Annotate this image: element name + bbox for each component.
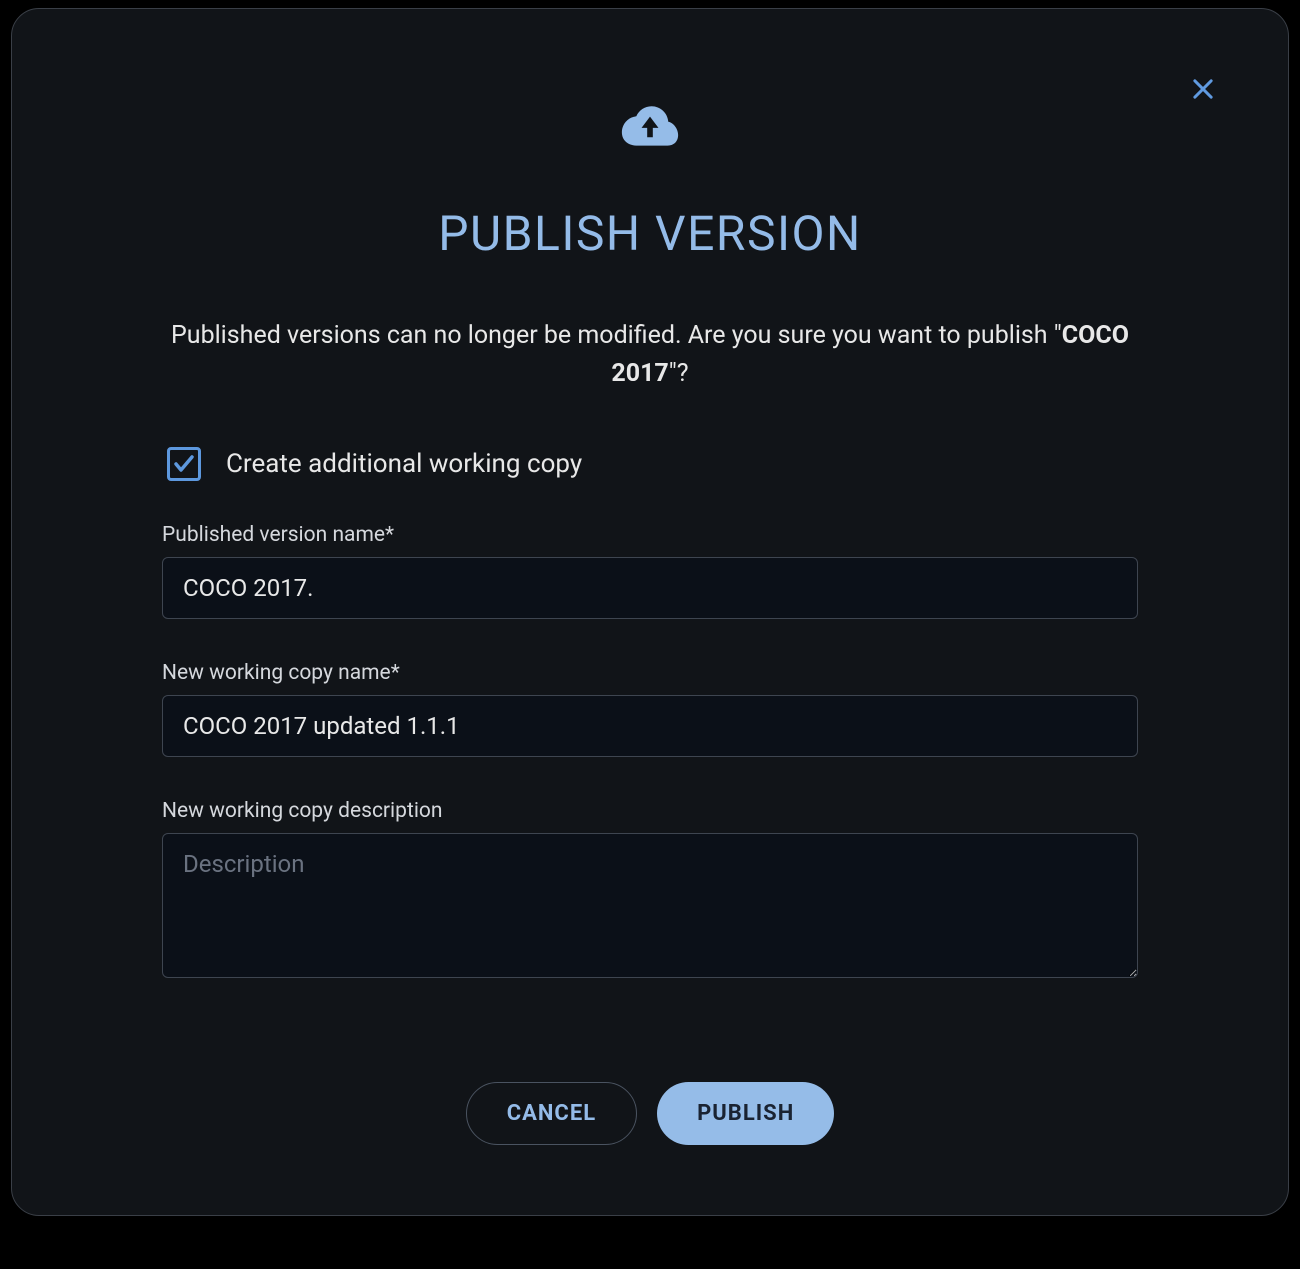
working-copy-name-input[interactable] [162, 695, 1138, 757]
published-name-input[interactable] [162, 557, 1138, 619]
modal-header: PUBLISH VERSION Published versions can n… [147, 69, 1153, 392]
create-copy-checkbox[interactable] [167, 447, 201, 481]
description-text-prefix: Published versions can no longer be modi… [171, 321, 1062, 350]
close-button[interactable] [1183, 69, 1223, 109]
working-copy-description-input[interactable] [162, 833, 1138, 978]
create-copy-checkbox-label: Create additional working copy [226, 449, 582, 479]
modal-description: Published versions can no longer be modi… [147, 317, 1153, 392]
create-copy-checkbox-row: Create additional working copy [167, 447, 1138, 481]
published-name-field-group: Published version name* [162, 523, 1138, 619]
working-copy-description-label: New working copy description [162, 799, 1138, 823]
modal-form: Create additional working copy Published… [147, 447, 1153, 982]
working-copy-name-label: New working copy name* [162, 661, 1138, 685]
modal-title: PUBLISH VERSION [438, 205, 862, 262]
cancel-button[interactable]: CANCEL [466, 1082, 637, 1145]
checkmark-icon [172, 452, 196, 476]
publish-version-modal: PUBLISH VERSION Published versions can n… [11, 8, 1289, 1216]
modal-actions: CANCEL PUBLISH [147, 1082, 1153, 1145]
close-icon [1189, 75, 1217, 103]
description-text-suffix: "? [669, 359, 689, 388]
working-copy-description-field-group: New working copy description [162, 799, 1138, 982]
published-name-label: Published version name* [162, 523, 1138, 547]
working-copy-name-field-group: New working copy name* [162, 661, 1138, 757]
publish-button[interactable]: PUBLISH [657, 1082, 834, 1145]
cloud-upload-icon [620, 104, 680, 150]
